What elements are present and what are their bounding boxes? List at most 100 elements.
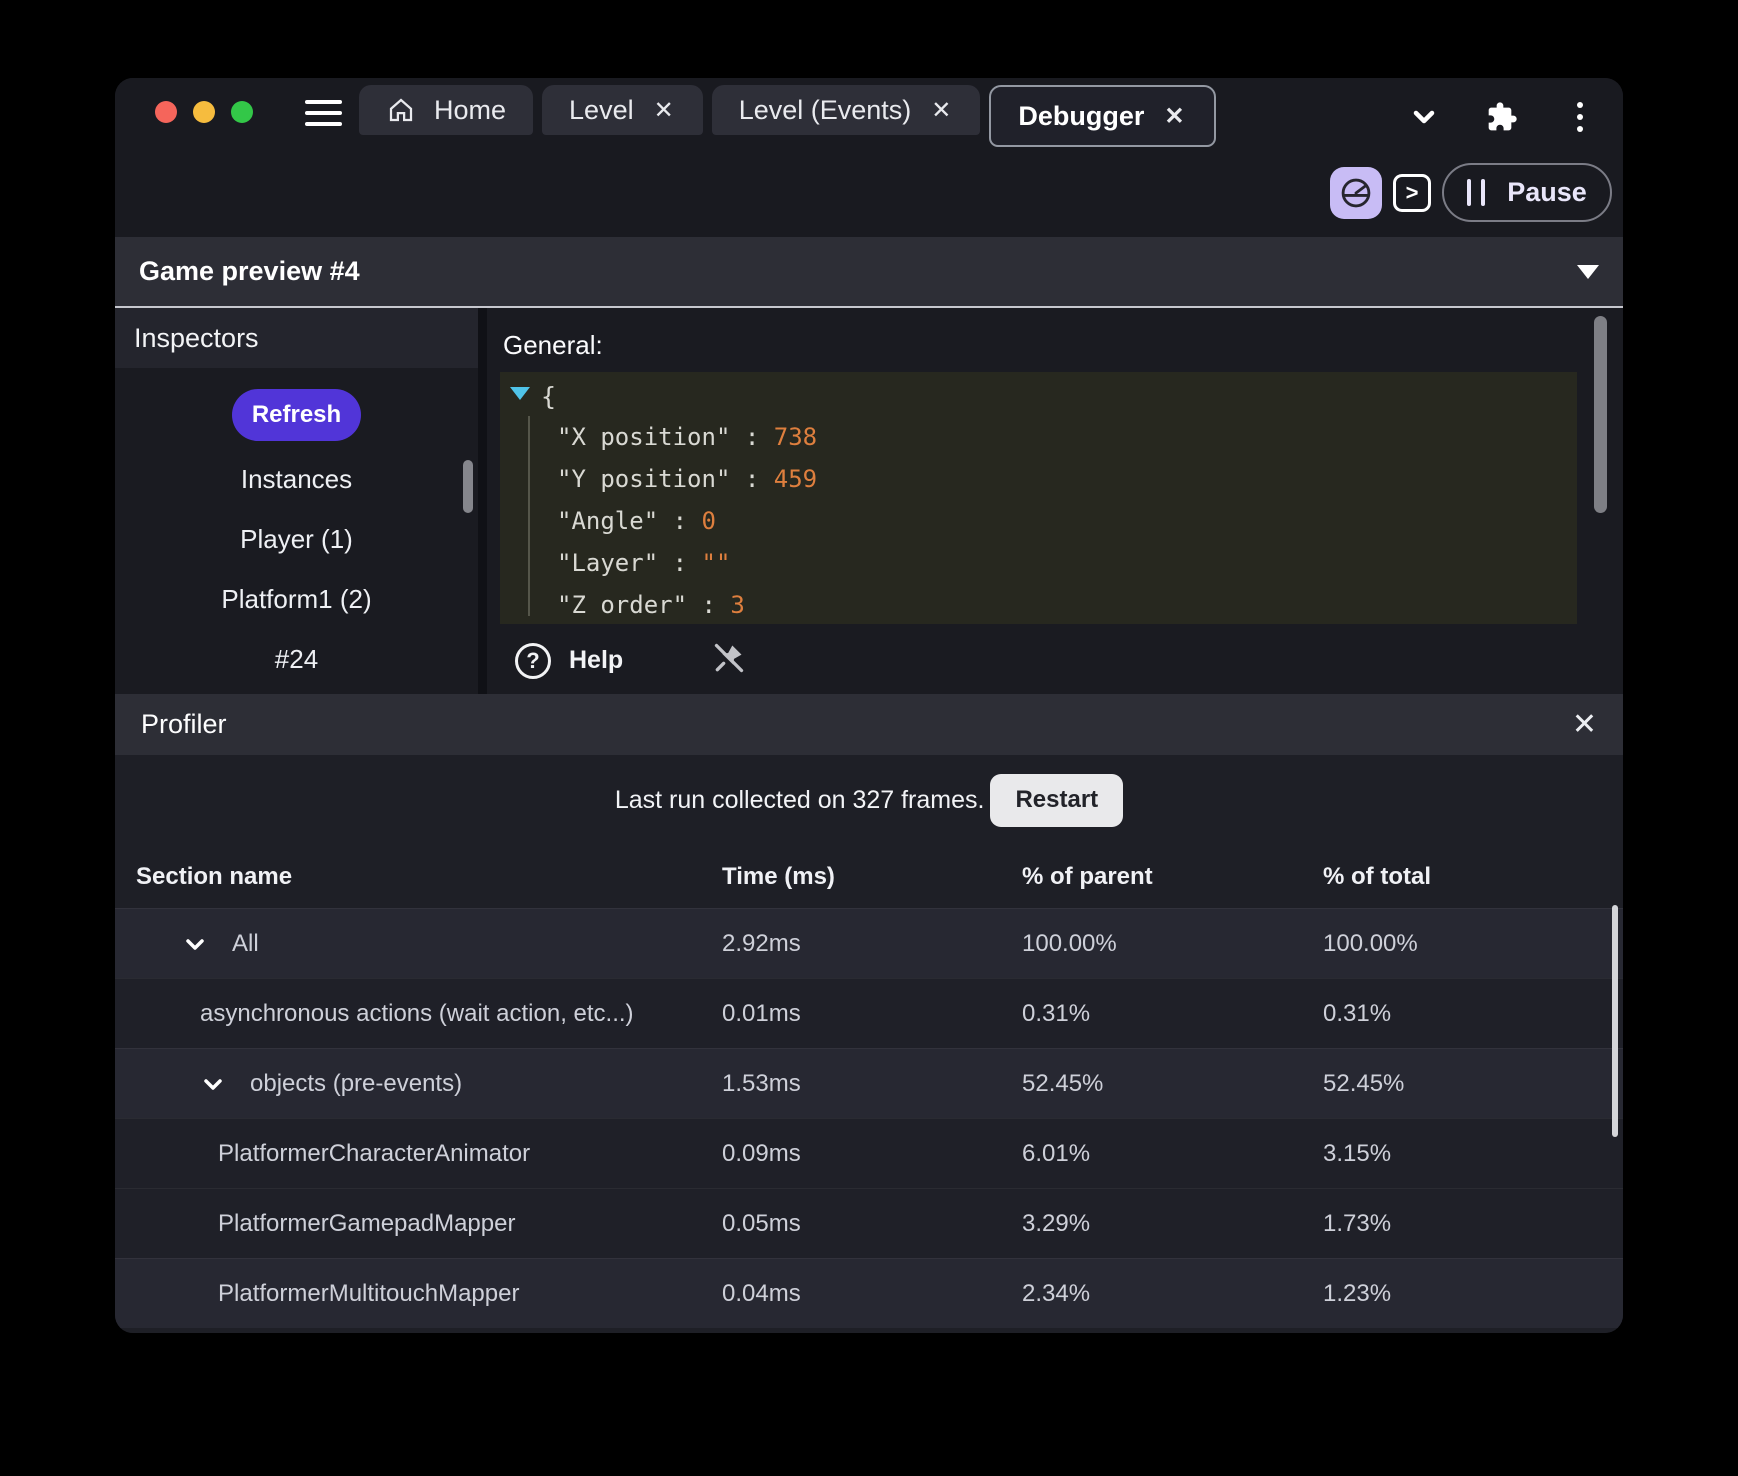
section-name: PlatformerGamepadMapper [218,1209,516,1237]
property-value: 3 [730,591,745,619]
inspector-item-label: #24 [274,643,319,674]
preview-dropdown-icon[interactable] [1577,264,1599,279]
section-time: 1.53ms [722,1069,801,1097]
section-time: 0.09ms [722,1139,801,1167]
property-value: 738 [773,423,818,451]
property-colon: : [687,591,731,619]
inspector-tree-item[interactable]: Instances [115,449,478,509]
section-percent-of-parent: 100.00% [1022,929,1117,957]
close-profiler-icon[interactable]: ✕ [1572,709,1597,740]
section-percent-of-total: 52.45% [1323,1069,1405,1097]
code-lines: "X position" : 738 "Y position" : 459 "Ang… [528,416,818,619]
inspector-tree-item[interactable]: #24 [115,629,478,689]
general-panel: General: { "X position" : 738 "Y position… [487,308,1623,694]
column-header-percent-parent: % of parent [1022,862,1153,890]
profiler-body: Last run collected on 327 frames. Restar… [115,755,1623,1333]
column-header-section-name: Section name [136,862,293,890]
collapse-expander-icon[interactable] [510,387,530,400]
more-options-icon[interactable] [1563,100,1597,134]
console-button[interactable]: > [1393,173,1431,212]
inspector-item-label: Instances [240,463,353,494]
profiler-table-row[interactable]: PlatformerMultitouchMapper 0.04ms 2.34% … [115,1258,1623,1328]
profiler-title: Profiler [141,709,227,739]
section-name: All [232,929,259,957]
property-key: "X position" [557,423,731,451]
property-colon: : [658,507,702,535]
property-key: "Angle" [557,507,659,535]
close-window-button[interactable] [155,101,177,123]
inspector-item-label: Platform1 (2) [221,583,372,614]
column-header-percent-total: % of total [1323,862,1431,890]
close-tab-icon[interactable]: ✕ [652,96,676,125]
refresh-button[interactable]: Refresh [232,389,361,441]
section-name: PlatformerCharacterAnimator [218,1139,531,1167]
property-key: "Y position" [557,465,731,493]
tab-home[interactable]: Home [359,85,534,135]
profiler-scrollbar[interactable] [1612,905,1618,1137]
debugger-toolbar: > Pause [115,148,1623,237]
properties-code-view: { "X position" : 738 "Y position" : 459 "A… [500,372,1577,624]
pause-icon [1467,179,1486,206]
game-preview-title: Game preview #4 [139,256,360,286]
close-tab-icon[interactable]: ✕ [1162,102,1186,131]
chevron-down-icon[interactable] [1407,100,1441,134]
property-value: "" [701,549,731,577]
pause-button[interactable]: Pause [1442,163,1612,222]
inspectors-tree: Instances Player (1) Platform1 (2) #24 [115,449,478,689]
inspector-tree-item[interactable]: Platform1 (2) [115,569,478,629]
profiler-status-row: Last run collected on 327 frames. Restar… [115,755,1623,845]
debugger-content: Inspectors Refresh Instances Player (1) … [115,308,1623,694]
inspector-tree-item[interactable]: Player (1) [115,509,478,569]
tab-label: Home [434,94,507,125]
property-line: "Angle" : 0 [557,500,817,542]
property-colon: : [658,549,702,577]
property-key: "Layer" [557,549,659,577]
restart-button[interactable]: Restart [990,773,1124,827]
general-scrollbar[interactable] [1594,316,1607,513]
profiler-table-row[interactable]: PlatformerGamepadMapper 0.05ms 3.29% 1.7… [115,1188,1623,1258]
property-line: "X position" : 738 [557,416,817,458]
section-name: objects (pre-events) [250,1069,463,1097]
profiler-status-text: Last run collected on 327 frames. [614,785,985,814]
section-percent-of-parent: 0.31% [1022,999,1091,1027]
close-tab-icon[interactable]: ✕ [929,96,953,125]
hamburger-menu-icon[interactable] [305,100,342,126]
inspectors-panel-title: Inspectors [115,308,478,368]
inspector-item-label: Player (1) [240,523,353,554]
expand-chevron-icon[interactable] [200,1071,226,1097]
unpin-icon[interactable] [709,638,749,683]
help-row: ? Help [515,638,749,683]
property-colon: : [730,465,774,493]
profiler-gauge-button[interactable] [1330,166,1382,219]
help-icon[interactable]: ? [515,642,551,679]
profiler-rows: All 2.92ms 100.00% 100.00% asynchronous … [115,908,1623,1328]
tab-level[interactable]: Level ✕ [542,85,703,135]
tab-level-events[interactable]: Level (Events) ✕ [711,85,981,135]
column-header-time: Time (ms) [722,862,835,890]
profiler-table-header: Section name Time (ms) % of parent % of … [115,845,1623,908]
profiler-table-row[interactable]: PlatformerCharacterAnimator 0.09ms 6.01%… [115,1118,1623,1188]
property-value: 0 [701,507,716,535]
expand-chevron-icon[interactable] [182,931,208,957]
property-value: 459 [773,465,818,493]
property-line: "Layer" : "" [557,542,817,584]
property-line: "Z order" : 3 [557,584,817,626]
section-percent-of-parent: 3.29% [1022,1209,1091,1237]
profiler-table-row[interactable]: asynchronous actions (wait action, etc..… [115,978,1623,1048]
section-percent-of-total: 0.31% [1323,999,1392,1027]
extensions-puzzle-icon[interactable] [1485,100,1519,134]
minimize-window-button[interactable] [193,101,215,123]
property-key: "Z order" [557,591,688,619]
profiler-table-row[interactable]: objects (pre-events) 1.53ms 52.45% 52.45… [115,1048,1623,1118]
tab-label: Level (Events) [738,94,912,125]
inspectors-body: Refresh Instances Player (1) Platform1 (… [115,368,478,689]
profiler-table-row[interactable]: All 2.92ms 100.00% 100.00% [115,908,1623,978]
section-percent-of-total: 1.73% [1323,1209,1392,1237]
help-label[interactable]: Help [569,646,623,675]
tab-debugger[interactable]: Debugger ✕ [989,85,1216,147]
maximize-window-button[interactable] [231,101,253,123]
tab-label: Level [569,94,634,125]
section-time: 0.05ms [722,1209,801,1237]
window-controls [155,101,253,123]
inspectors-scrollbar[interactable] [463,460,473,513]
